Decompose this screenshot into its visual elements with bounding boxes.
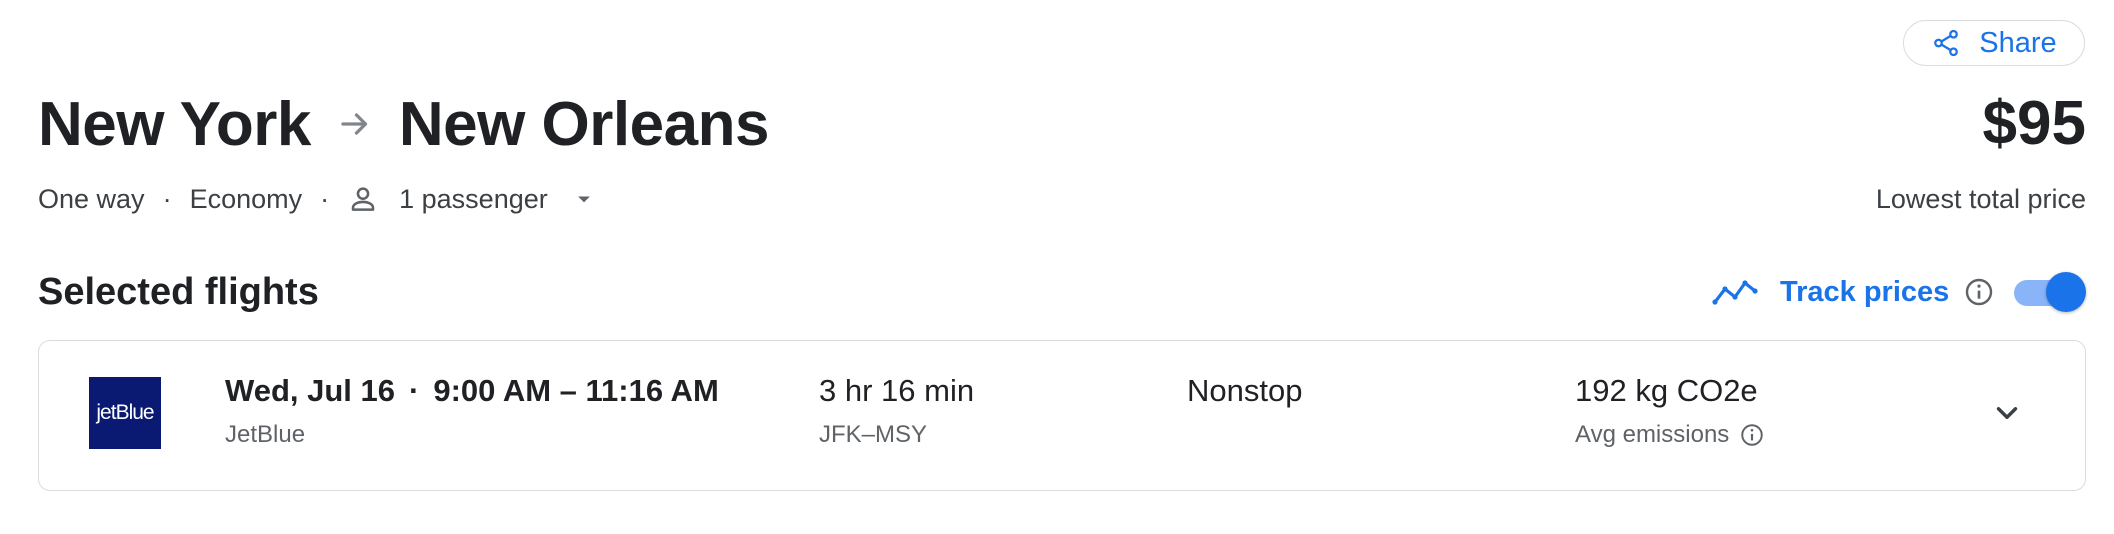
person-icon xyxy=(347,183,379,215)
flight-card[interactable]: jetBlue Wed, Jul 16 · 9:00 AM – 11:16 AM… xyxy=(38,340,2086,491)
flight-date: Wed, Jul 16 xyxy=(225,373,395,408)
share-button[interactable]: Share xyxy=(1903,20,2085,66)
emissions-value: 192 kg CO2e xyxy=(1575,373,1758,408)
chevron-down-icon xyxy=(1990,396,2024,430)
info-icon[interactable] xyxy=(1963,276,1995,308)
separator-dot: · xyxy=(409,373,420,408)
cabin-class: Economy xyxy=(189,183,303,214)
expand-button[interactable] xyxy=(1987,393,2027,433)
trip-options: One way · Economy · 1 passenger xyxy=(38,178,594,220)
airline-name: JetBlue xyxy=(225,421,306,448)
track-prices-label: Track prices xyxy=(1780,275,1950,308)
passenger-count: 1 passenger xyxy=(399,183,548,214)
origin-city: New York xyxy=(38,89,311,159)
destination-city: New Orleans xyxy=(398,89,770,159)
lowest-price: $95 xyxy=(1982,89,2086,158)
flight-times: Wed, Jul 16 · 9:00 AM – 11:16 AM xyxy=(225,373,719,409)
stops: Nonstop xyxy=(1187,373,1303,408)
price-caption: Lowest total price xyxy=(1875,184,2086,214)
arrow-right-icon xyxy=(337,106,373,142)
share-icon xyxy=(1931,28,1961,58)
route-title: New York New Orleans xyxy=(38,84,769,164)
separator-dot: · xyxy=(320,183,330,214)
flight-time-range: 9:00 AM – 11:16 AM xyxy=(433,373,719,408)
separator-dot: · xyxy=(162,183,172,214)
section-title: Selected flights xyxy=(38,271,319,313)
track-prices-toggle[interactable] xyxy=(2012,266,2088,318)
passenger-selector[interactable]: 1 passenger xyxy=(347,183,594,215)
trip-type: One way xyxy=(38,183,145,214)
airport-route: JFK–MSY xyxy=(819,421,928,448)
emissions-label: Avg emissions xyxy=(1575,421,1730,448)
jetblue-logo: jetBlue xyxy=(89,377,161,449)
airline-logo-text: jetBlue xyxy=(96,401,154,424)
emissions-info: Avg emissions xyxy=(1575,421,1765,449)
trend-icon xyxy=(1712,277,1758,307)
info-icon[interactable] xyxy=(1739,422,1765,448)
share-label: Share xyxy=(1979,26,2057,59)
dropdown-arrow-icon xyxy=(574,189,594,209)
flight-duration: 3 hr 16 min xyxy=(819,373,975,408)
toggle-knob xyxy=(2046,272,2086,312)
track-prices[interactable]: Track prices xyxy=(1712,266,1995,318)
